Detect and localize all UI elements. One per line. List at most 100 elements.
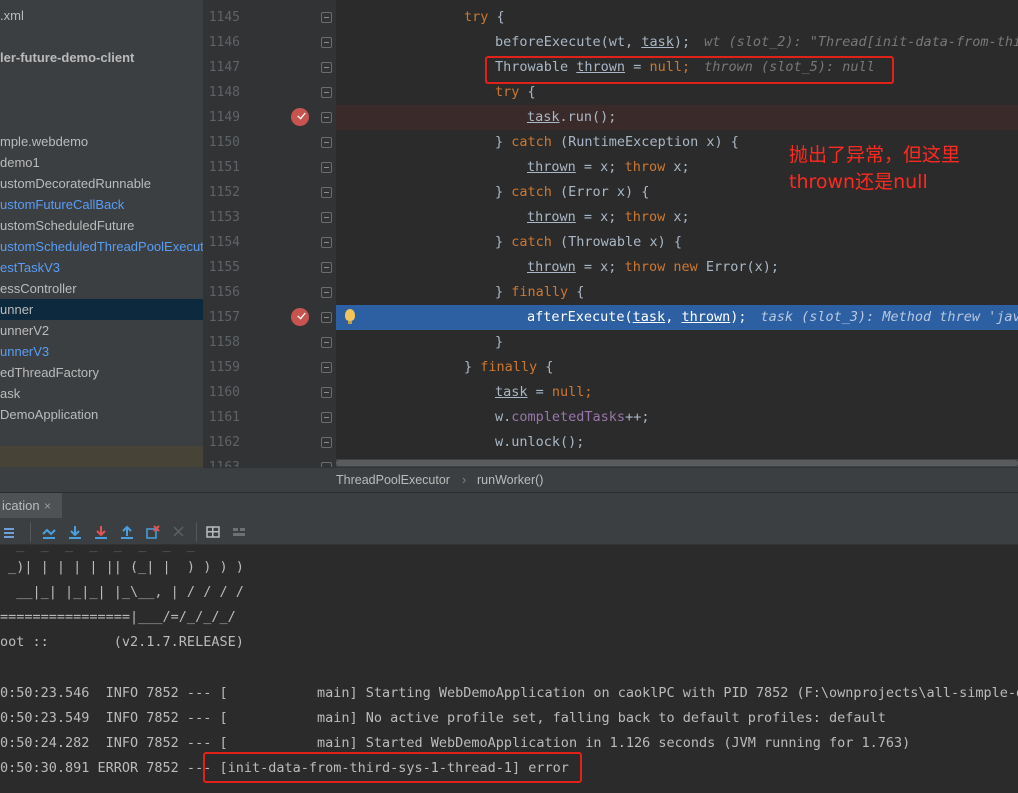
code-token: = x; (575, 259, 625, 275)
tree-item[interactable]: ask (0, 383, 203, 404)
fold-marker-icon[interactable] (321, 387, 332, 398)
tree-item[interactable]: unnerV3 (0, 341, 203, 362)
tree-item[interactable]: demo1 (0, 152, 203, 173)
line-number: 1151 (208, 160, 240, 175)
fold-marker-icon[interactable] (321, 262, 332, 273)
code-line-1146[interactable]: beforeExecute(wt, task); wt (slot_2): "Th… (336, 30, 1018, 55)
code-line-1149[interactable]: task.run(); (336, 105, 1018, 130)
scrollbar-thumb[interactable] (336, 460, 1018, 466)
upload-icon[interactable] (118, 523, 136, 541)
code-token: (RuntimeException x) { (551, 134, 739, 150)
editor-gutter[interactable]: 1145 1146 1147 1148 1149 1150 1151 1152 1153 1154… (203, 0, 336, 467)
code-token: catch (511, 184, 552, 200)
run-tab[interactable]: ication × (0, 493, 62, 519)
run-tab-label: ication (2, 498, 40, 513)
fold-marker-icon[interactable] (321, 237, 332, 248)
console-line: 0:50:23.549 INFO 7852 --- [ main] No act… (0, 710, 886, 726)
breadcrumb-class[interactable]: ThreadPoolExecutor (336, 468, 450, 492)
tree-item[interactable]: unner (0, 299, 203, 320)
code-line-1159[interactable]: } finally { (336, 355, 1018, 380)
toolbar-separator (30, 522, 31, 542)
code-token: } (464, 359, 481, 375)
code-token: = x; (575, 209, 625, 225)
line-number: 1160 (208, 385, 240, 400)
fold-marker-icon[interactable] (321, 12, 332, 23)
line-number: 1155 (208, 260, 240, 275)
tree-item[interactable]: DemoApplication (0, 404, 203, 425)
tree-item[interactable]: ustomDecoratedRunnable (0, 173, 203, 194)
soft-wrap-icon[interactable] (0, 523, 18, 541)
code-token: finally (480, 359, 538, 375)
code-token: task (632, 309, 666, 325)
code-line-1162[interactable]: w.unlock(); (336, 430, 1018, 455)
code-token: task (527, 109, 560, 125)
stop-remove-icon[interactable] (144, 523, 162, 541)
code-token: catch (511, 234, 552, 250)
breakpoint-icon[interactable] (291, 308, 309, 326)
code-token: null (551, 384, 585, 400)
up-stack-icon[interactable] (66, 523, 84, 541)
tree-item[interactable]: edThreadFactory (0, 362, 203, 383)
code-line-1158[interactable]: } (336, 330, 1018, 355)
tree-item[interactable]: .xml (0, 5, 203, 26)
fold-marker-icon[interactable] (321, 362, 332, 373)
code-line-1160[interactable]: task = null; (336, 380, 1018, 405)
annotation-highlight-box (485, 56, 894, 84)
fold-marker-icon[interactable] (321, 287, 332, 298)
debug-inline-value: task (slot_3): Method threw 'java (760, 309, 1018, 325)
fold-marker-icon[interactable] (321, 412, 332, 423)
code-token: finally (511, 284, 569, 300)
download-red-icon[interactable] (92, 523, 110, 541)
editor-horizontal-scrollbar[interactable] (336, 459, 1018, 467)
fold-marker-icon[interactable] (321, 437, 332, 448)
fold-marker-icon[interactable] (321, 162, 332, 173)
tree-item[interactable]: ustomScheduledThreadPoolExecuto (0, 236, 203, 257)
fold-marker-icon[interactable] (321, 212, 332, 223)
fold-marker-icon[interactable] (321, 312, 332, 323)
line-number: 1159 (208, 360, 240, 375)
tree-item[interactable]: estTaskV3 (0, 257, 203, 278)
breakpoint-icon[interactable] (291, 108, 309, 126)
tree-item[interactable]: ustomFutureCallBack (0, 194, 203, 215)
code-token: new (673, 259, 698, 275)
fold-marker-icon[interactable] (321, 187, 332, 198)
close-icon[interactable]: × (44, 493, 51, 519)
tree-item[interactable]: mple.webdemo (0, 131, 203, 152)
annotation-text: 抛出了异常，但这里 thrown还是null (789, 142, 1018, 196)
line-number: 1153 (208, 210, 240, 225)
fold-marker-icon[interactable] (321, 62, 332, 73)
code-token: .run(); (559, 109, 617, 125)
fold-marker-icon[interactable] (321, 137, 332, 148)
fold-marker-icon[interactable] (321, 37, 332, 48)
intention-bulb-icon[interactable] (345, 309, 355, 324)
code-line-1161[interactable]: w.completedTasks++; (336, 405, 1018, 430)
fold-marker-icon[interactable] (321, 112, 332, 123)
breadcrumb-method[interactable]: runWorker() (477, 468, 543, 492)
code-token: { (519, 84, 536, 100)
code-line-1155[interactable]: thrown = x; throw new Error(x); (336, 255, 1018, 280)
code-token: (Error x) { (551, 184, 650, 200)
clear-icon[interactable] (170, 523, 188, 541)
code-line-1145[interactable]: try { (336, 5, 1018, 30)
fold-marker-icon[interactable] (321, 87, 332, 98)
layout-icon[interactable] (230, 523, 248, 541)
code-token: throw (624, 259, 666, 275)
code-line-1157-current[interactable]: afterExecute(task, thrown); task (slot_3)… (336, 305, 1018, 330)
tree-item[interactable]: unnerV2 (0, 320, 203, 341)
fold-marker-icon[interactable] (321, 337, 332, 348)
scroll-to-end-icon[interactable] (40, 523, 58, 541)
code-line-1154[interactable]: } catch (Throwable x) { (336, 230, 1018, 255)
code-line-1153[interactable]: thrown = x; throw x; (336, 205, 1018, 230)
code-editor[interactable]: 1145 1146 1147 1148 1149 1150 1151 1152 1153 1154… (203, 0, 1018, 467)
tree-highlight-band (0, 446, 203, 467)
debug-inline-value: wt (slot_2): "Thread[init-data-from-thi (704, 34, 1018, 50)
line-number: 1146 (208, 35, 240, 50)
tree-item[interactable]: ustomScheduledFuture (0, 215, 203, 236)
print-icon[interactable] (204, 523, 222, 541)
code-line-1156[interactable]: } finally { (336, 280, 1018, 305)
line-number: 1157 (208, 310, 240, 325)
code-token: ); (730, 309, 747, 325)
tree-item[interactable]: ler-future-demo-client (0, 47, 203, 68)
tree-item[interactable]: essController (0, 278, 203, 299)
code-token: catch (511, 134, 552, 150)
